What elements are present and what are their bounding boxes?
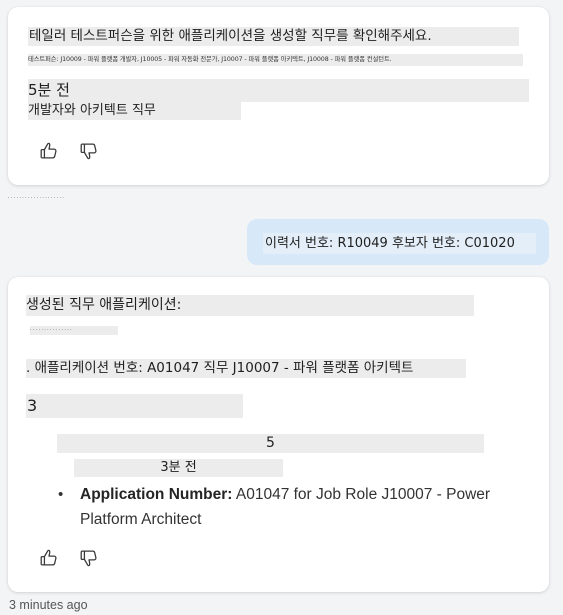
bullet-icon: • bbox=[58, 486, 64, 503]
bot-message-card-1: 테일러 테스트퍼슨을 위한 애플리케이션을 생성할 직무를 확인해주세요. 테스… bbox=[8, 7, 549, 185]
job-list-text: 테스트퍼슨: J10009 - 파워 플랫폼 개발자, J10005 - 파워 … bbox=[28, 54, 523, 66]
list-item-label: Application Number: bbox=[80, 486, 233, 503]
relative-time: 5분 전 bbox=[28, 79, 529, 102]
application-list: • Application Number: A01047 for Job Rol… bbox=[58, 482, 518, 532]
list-item: • Application Number: A01047 for Job Rol… bbox=[58, 482, 518, 532]
thumbs-down-icon[interactable] bbox=[78, 140, 100, 162]
list-item-text: Application Number: A01047 for Job Role … bbox=[80, 482, 518, 532]
count-text: 3 bbox=[26, 394, 243, 418]
count-text-2: 5 bbox=[57, 434, 484, 453]
thumbs-up-icon[interactable] bbox=[38, 547, 60, 569]
selected-jobs-text: 개발자와 아키텍트 직무 bbox=[28, 101, 241, 120]
message-timestamp: 3 minutes ago bbox=[9, 598, 88, 612]
thumbs-down-icon[interactable] bbox=[78, 547, 100, 569]
application-line: . 애플리케이션 번호: A01047 직무 J10007 - 파워 플랫폼 아… bbox=[26, 359, 466, 378]
feedback-buttons bbox=[38, 547, 100, 569]
thumbs-up-icon[interactable] bbox=[38, 140, 60, 162]
user-message-bubble: 이력서 번호: R10049 후보자 번호: C01020 bbox=[247, 219, 549, 265]
tiny-caption: · · · · · · · · · · · · · · · · · · · · bbox=[8, 196, 64, 201]
user-message-text: 이력서 번호: R10049 후보자 번호: C01020 bbox=[263, 233, 536, 254]
message-title: 테일러 테스트퍼슨을 위한 애플리케이션을 생성할 직무를 확인해주세요. bbox=[28, 27, 519, 46]
relative-time: 3분 전 bbox=[74, 459, 283, 477]
bot-message-card-2: 생성된 직무 애플리케이션: · · · · · · · · · · · · ·… bbox=[8, 277, 549, 592]
message-title: 생성된 직무 애플리케이션: bbox=[26, 295, 474, 316]
tiny-caption: · · · · · · · · · · · · · · · bbox=[30, 326, 118, 335]
feedback-buttons bbox=[38, 140, 100, 162]
